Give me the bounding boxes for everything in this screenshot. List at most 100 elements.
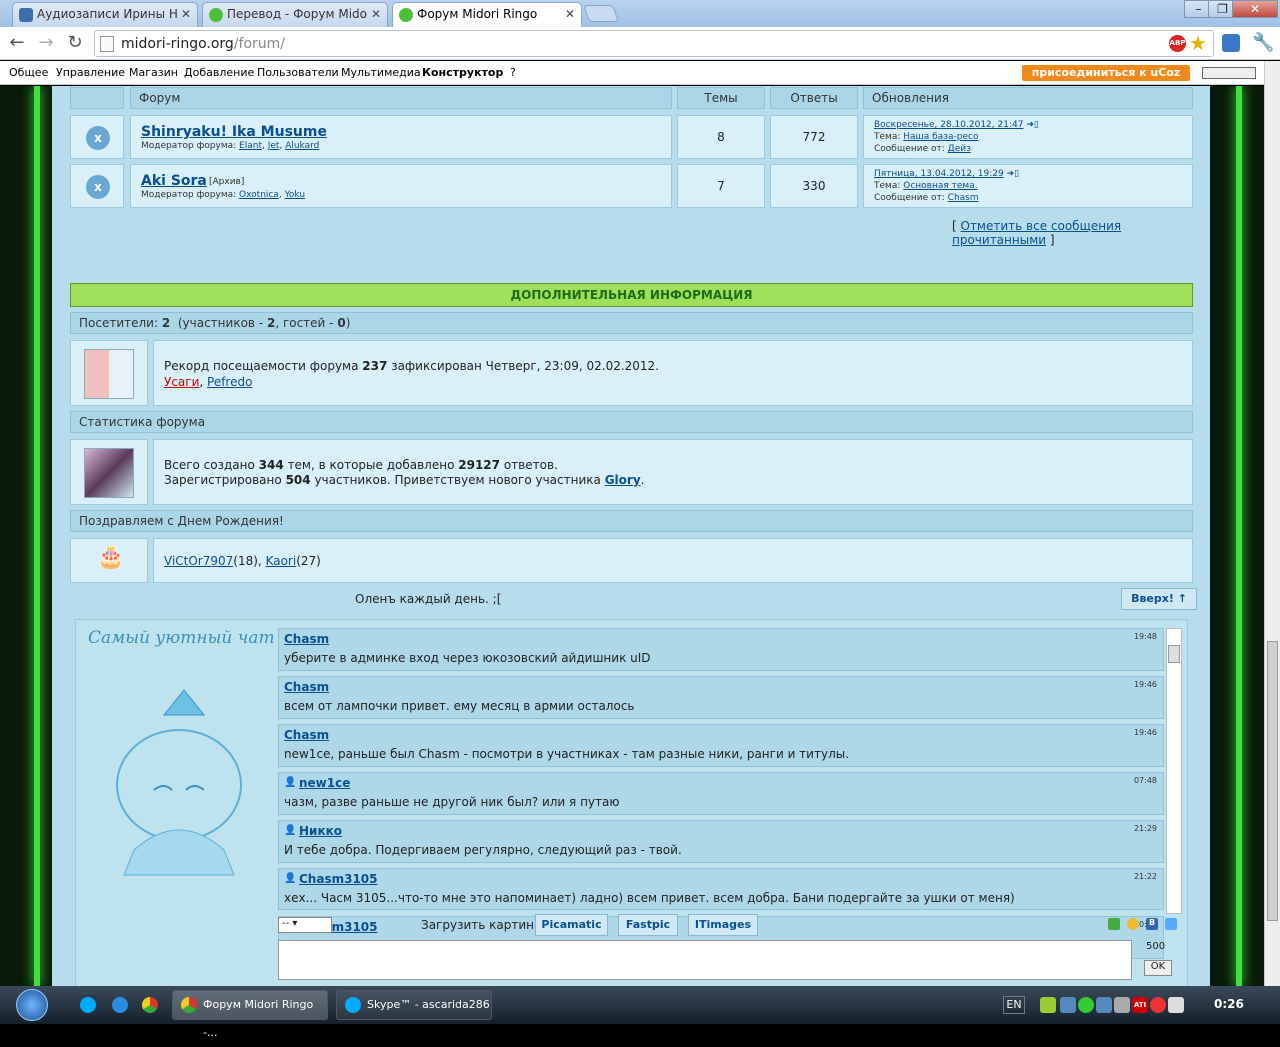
chrome-icon[interactable]: [142, 997, 158, 1013]
user-icon: 👤: [284, 825, 297, 836]
tray-icon[interactable]: [1168, 997, 1184, 1013]
last-update-cell: Воскресенье, 28.10.2012, 21:47 ➜▯ Тема: …: [863, 115, 1193, 159]
birthday-title: Поздравляем с Днем Рождения!: [70, 510, 1193, 532]
qip-icon[interactable]: [112, 997, 128, 1013]
chat-nick-link[interactable]: Chasm: [284, 728, 329, 742]
replies-header: Ответы: [770, 87, 858, 109]
tab-audio[interactable]: Аудиозаписи Ирины Низяе ✕: [12, 2, 198, 27]
skype-icon: [345, 997, 361, 1013]
back-arrow-icon[interactable]: ←: [6, 32, 28, 54]
apple-icon: [209, 8, 223, 22]
address-bar[interactable]: midori-ringo.org/forum/ ABP ★: [94, 30, 1214, 57]
skype-icon[interactable]: [80, 997, 96, 1013]
extension-icon[interactable]: [1222, 34, 1240, 52]
chat-nick-link[interactable]: Никко: [299, 824, 342, 838]
join-ucoz-button[interactable]: присоединиться к uCoz: [1022, 65, 1190, 81]
volume-icon[interactable]: [1114, 997, 1130, 1013]
chat-scroll-thumb[interactable]: [1168, 645, 1180, 663]
birthday-user-link[interactable]: Kaori: [266, 554, 297, 568]
bold-icon[interactable]: B: [1146, 918, 1158, 930]
close-window-button[interactable]: ✕: [1232, 0, 1278, 18]
page-scroll-thumb[interactable]: [1267, 641, 1278, 921]
close-icon[interactable]: ✕: [181, 7, 191, 21]
moderator-link[interactable]: Alukard: [285, 141, 319, 151]
tab-translation[interactable]: Перевод - Форум Midori Rin ✕: [202, 2, 388, 27]
itimages-button[interactable]: ITimages: [688, 914, 758, 936]
back-to-top-button[interactable]: Вверх! ↑: [1121, 588, 1197, 610]
tray-icon[interactable]: [1150, 997, 1166, 1013]
goto-post-icon[interactable]: ➜▯: [1007, 169, 1020, 179]
user-link[interactable]: Pefredo: [207, 375, 252, 389]
topics-count: 7: [677, 164, 765, 208]
fastpic-button[interactable]: Fastpic: [618, 914, 678, 936]
refresh-icon[interactable]: [1108, 918, 1120, 930]
forum-title-link[interactable]: Aki Sora: [141, 173, 207, 189]
newest-user-link[interactable]: Glory: [605, 473, 641, 487]
wrench-icon[interactable]: 🔧: [1252, 32, 1274, 53]
menu-constructor[interactable]: Конструктор: [422, 66, 503, 79]
new-tab-button[interactable]: [582, 5, 620, 22]
forward-arrow-icon[interactable]: →: [35, 32, 57, 54]
mark-all-read-link[interactable]: Отметить все сообщения прочитанными: [952, 219, 1121, 247]
adblock-icon[interactable]: ABP: [1169, 35, 1186, 52]
chat-text: уберите в админке вход через юкозовский …: [284, 651, 651, 665]
start-button[interactable]: [16, 989, 48, 1021]
user-link[interactable]: Усаги: [164, 375, 199, 389]
moderator-link[interactable]: Oxotnica: [239, 190, 279, 200]
chat-nick-link[interactable]: Chasm3105: [299, 872, 378, 886]
forum-closed-icon: x: [86, 175, 110, 199]
clock[interactable]: 0:26: [1214, 997, 1244, 1011]
network-icon[interactable]: [1096, 997, 1112, 1013]
menu-users[interactable]: Пользователи: [257, 66, 339, 79]
network-icon[interactable]: [1060, 997, 1076, 1013]
chat-nick-link[interactable]: Chasm: [284, 632, 329, 646]
smiley-icon[interactable]: [1127, 918, 1139, 930]
chat-scrollbar[interactable]: [1166, 628, 1182, 914]
close-icon[interactable]: ✕: [565, 7, 575, 21]
picamatic-button[interactable]: Picamatic: [535, 914, 608, 936]
tray-icon[interactable]: [1078, 997, 1094, 1013]
menu-help[interactable]: ?: [510, 66, 516, 79]
last-post-date: Воскресенье, 28.10.2012, 21:47 ➜▯: [874, 120, 1039, 130]
close-icon[interactable]: ✕: [371, 7, 381, 21]
taskbar-skype-window[interactable]: Skype™ - ascarida286: [336, 990, 492, 1020]
avatar-image: [84, 349, 134, 399]
smiley-select[interactable]: -- ▾: [278, 917, 332, 933]
ati-icon[interactable]: ATI: [1132, 997, 1148, 1013]
upload-label: Загрузить картинку:: [421, 918, 553, 932]
stats-title: Статистика форума: [70, 411, 1193, 433]
last-topic: Тема: Наша база-ресо: [874, 132, 979, 142]
page-scrollbar[interactable]: [1264, 61, 1280, 986]
moderator-link[interactable]: Yoku: [285, 190, 305, 200]
birthday-user-link[interactable]: ViCtOr7907: [164, 554, 233, 568]
menu-shop[interactable]: Магазин: [129, 66, 178, 79]
taskbar-chrome-window[interactable]: Форум Midori Ringo -...: [172, 990, 328, 1039]
tab-label: Форум Midori Ringo: [417, 7, 538, 21]
cake-icon: 🎂: [97, 545, 125, 570]
chat-text: new1ce, раньше был Chasm - посмотри в уч…: [284, 747, 850, 761]
language-indicator[interactable]: EN: [1003, 996, 1025, 1014]
chat-time: 19:46: [1133, 680, 1157, 689]
chat-time: 19:46: [1133, 728, 1157, 737]
last-author: Сообщение от: Chasm: [874, 193, 979, 203]
tab-forum[interactable]: Форум Midori Ringo ✕: [392, 2, 582, 28]
menu-multimedia[interactable]: Мультимедиа: [341, 66, 421, 79]
chat-text: чазм, разве раньше не другой ник был? ил…: [284, 795, 620, 809]
reload-icon[interactable]: ↻: [64, 32, 86, 54]
goto-post-icon[interactable]: ➜▯: [1026, 120, 1039, 130]
menu-management[interactable]: Управление: [56, 66, 125, 79]
moderator-link[interactable]: Jet: [268, 141, 280, 151]
menu-add[interactable]: Добавление: [184, 66, 254, 79]
forum-title-link[interactable]: Shinryaku! Ika Musume: [141, 124, 327, 140]
tray-icon[interactable]: [1040, 997, 1056, 1013]
chat-ok-button[interactable]: OK: [1144, 960, 1172, 976]
birthday-icon-cell: 🎂: [70, 538, 148, 583]
chat-nick-link[interactable]: new1ce: [299, 776, 350, 790]
menu-general[interactable]: Общее: [9, 66, 48, 79]
moderator-link[interactable]: Elant: [239, 141, 262, 151]
star-icon[interactable]: ★: [1189, 31, 1207, 55]
panel-slider[interactable]: [1202, 67, 1256, 79]
chat-nick-link[interactable]: Chasm: [284, 680, 329, 694]
chat-message-input[interactable]: [278, 940, 1132, 980]
color-icon[interactable]: [1165, 918, 1177, 930]
